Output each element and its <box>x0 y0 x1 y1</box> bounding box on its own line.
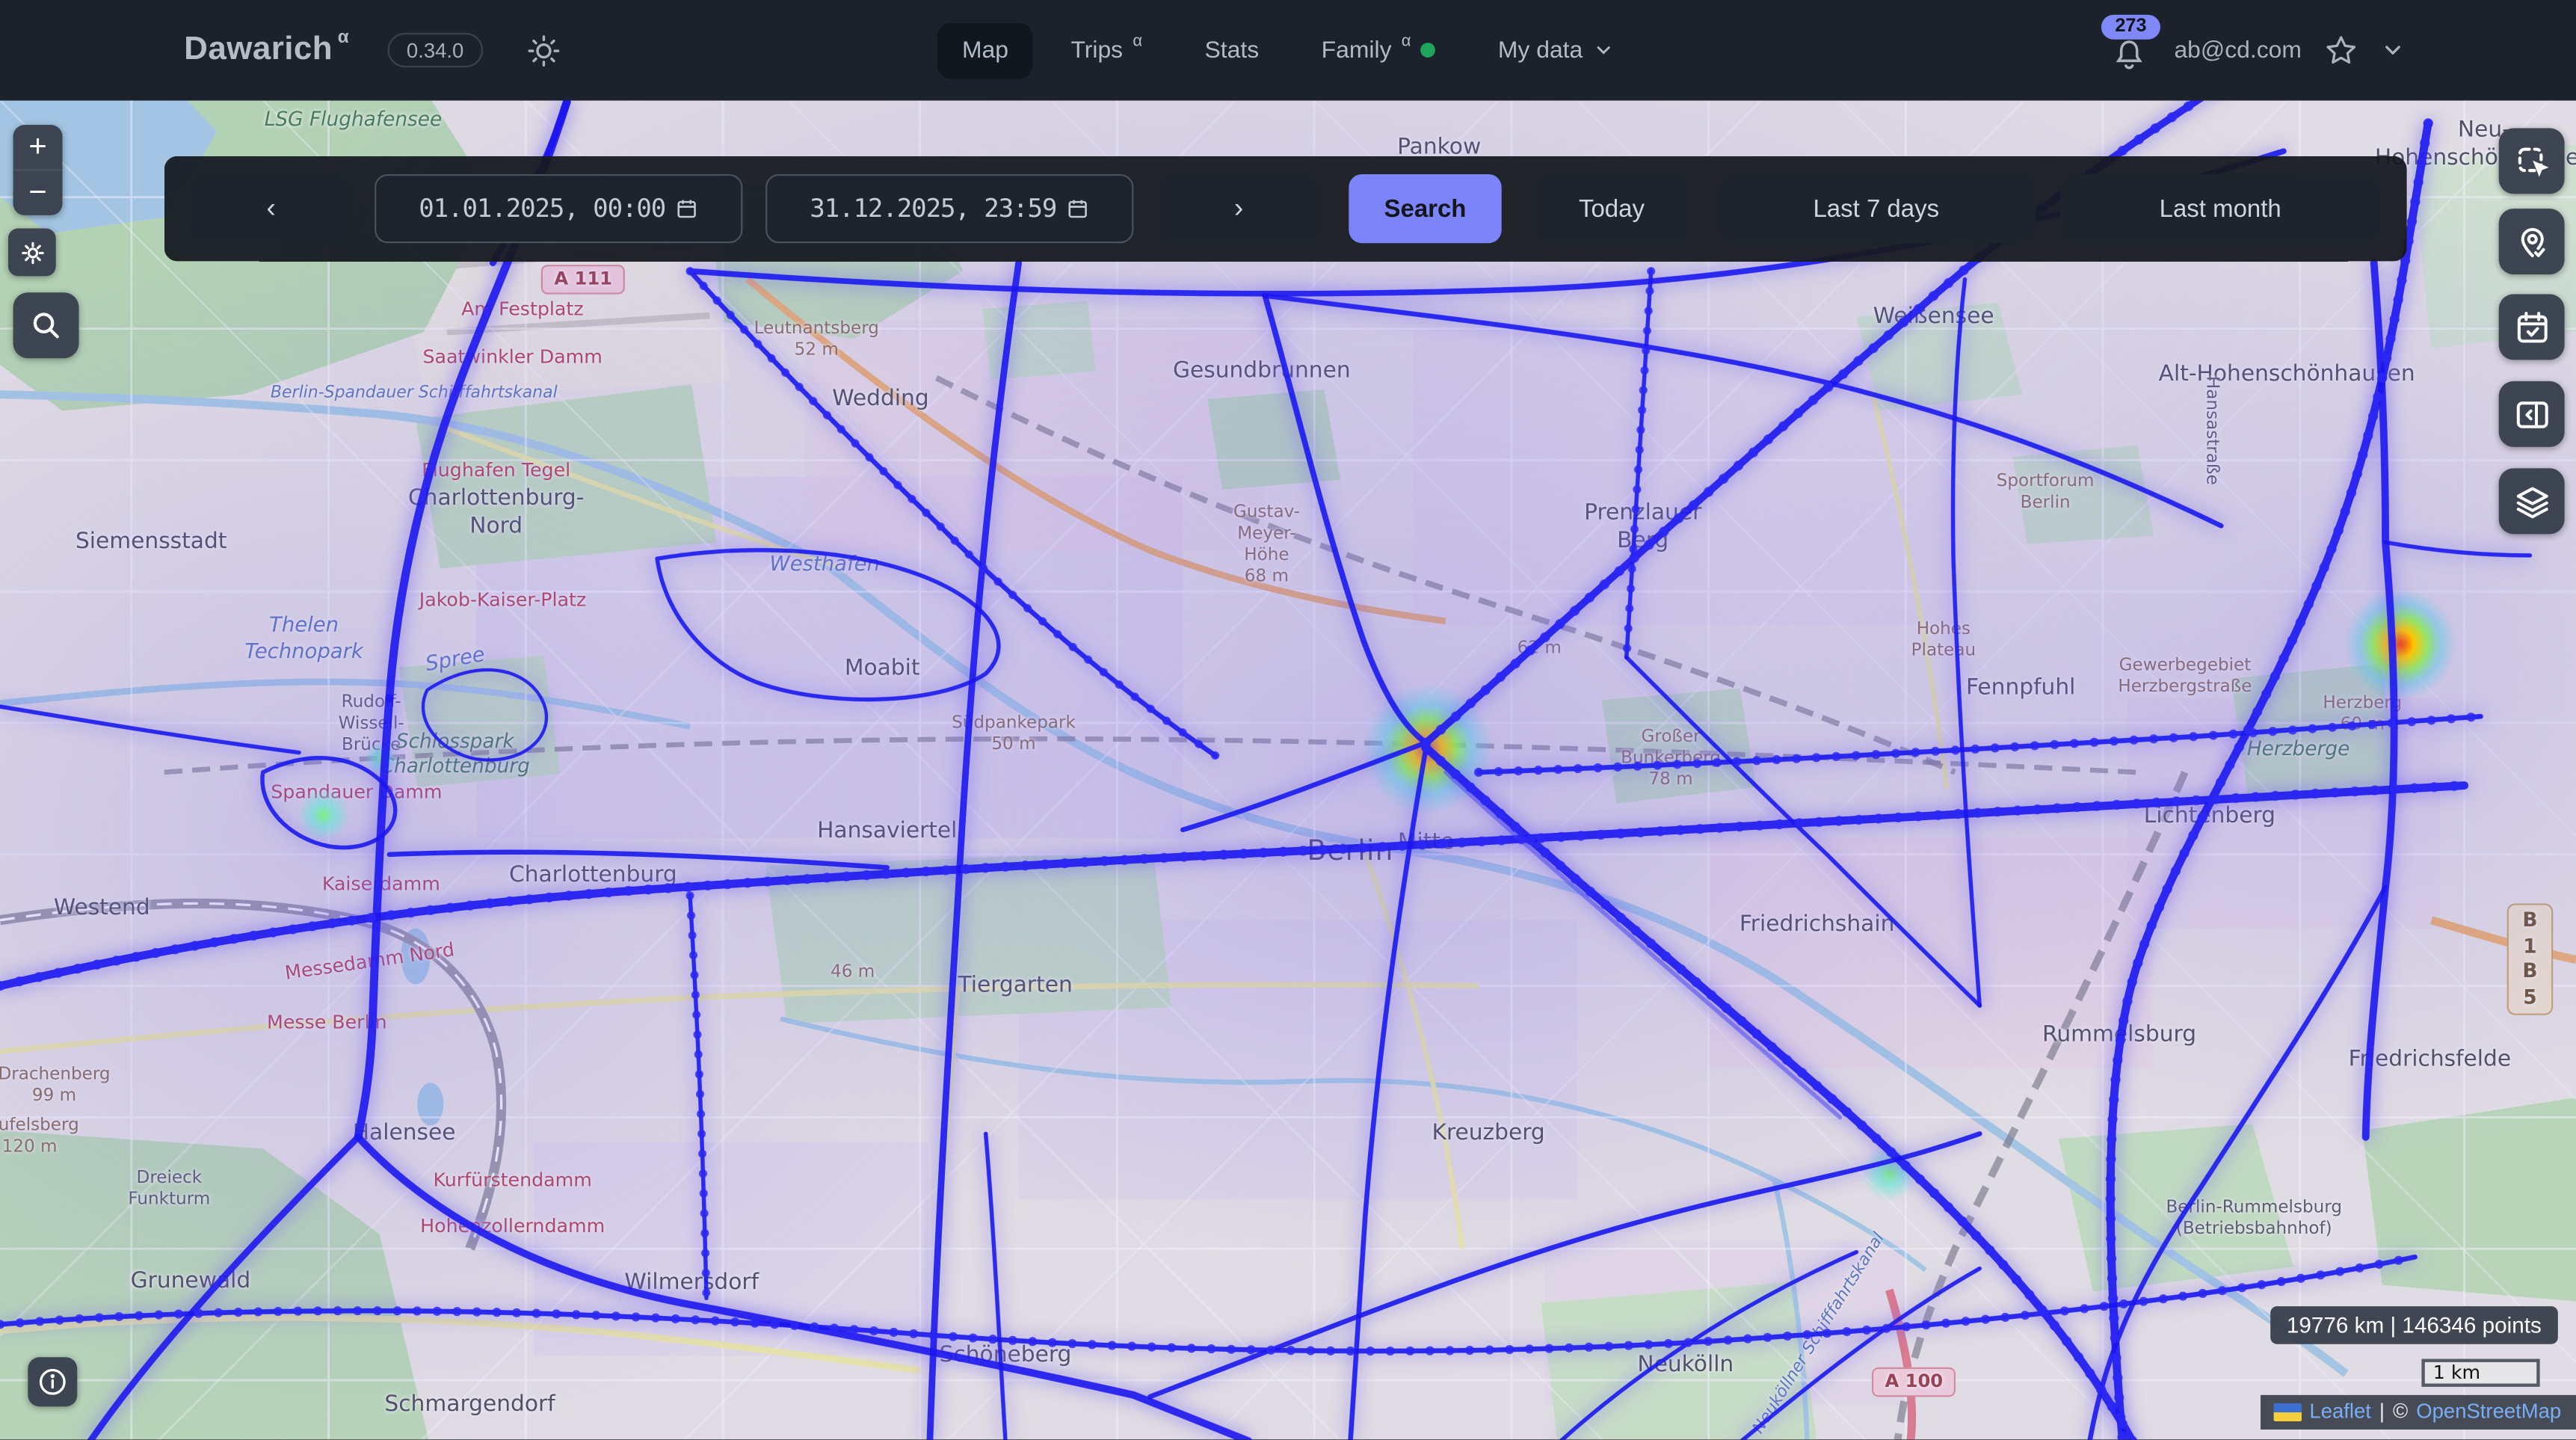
gear-icon <box>17 238 47 268</box>
prev-period-button[interactable]: ‹ <box>191 174 351 243</box>
area-select-button[interactable] <box>2499 128 2565 194</box>
calendar-select-button[interactable] <box>2499 294 2565 360</box>
leaflet-link[interactable]: Leaflet <box>2309 1400 2370 1423</box>
last-7-days-button[interactable]: Last 7 days <box>1717 174 2036 243</box>
alpha-sup: α <box>1402 33 1411 51</box>
copyright-symbol: © <box>2393 1400 2408 1423</box>
alpha-sup: α <box>338 28 349 48</box>
notification-count-badge: 273 <box>2102 14 2160 39</box>
ukraine-flag-icon <box>2273 1403 2301 1421</box>
sun-icon[interactable] <box>526 32 562 68</box>
panel-left-icon <box>2512 396 2551 434</box>
calendar-icon <box>1066 197 1089 221</box>
dawarich-app: LSG FlughafenseeLeutnantsberg 52 mWeddin… <box>0 0 2576 1440</box>
start-datetime-input[interactable]: 01.01.2025, 00:00 <box>375 174 742 243</box>
calendar-check-icon <box>2512 308 2551 346</box>
version-badge: 0.34.0 <box>387 33 484 67</box>
point-select-button[interactable] <box>2499 209 2565 274</box>
openstreetmap-link[interactable]: OpenStreetMap <box>2416 1400 2561 1423</box>
tab-map[interactable]: Map <box>937 22 1033 79</box>
track-stats-badge: 19776 km | 146346 points <box>2270 1306 2558 1344</box>
main-nav: Map Tripsα Stats Familyα My data <box>937 22 1639 79</box>
tab-my-data[interactable]: My data <box>1473 22 1639 79</box>
notifications-button[interactable]: 273 <box>2110 25 2153 75</box>
family-online-dot <box>1421 43 1436 58</box>
attribution-separator: | <box>2379 1400 2385 1423</box>
layers-icon <box>2512 482 2551 520</box>
search-button[interactable]: Search <box>1349 174 1501 243</box>
point-select-icon <box>2512 223 2551 261</box>
tab-trips[interactable]: Tripsα <box>1047 22 1167 79</box>
calendar-icon <box>675 197 698 221</box>
next-period-button[interactable]: › <box>1156 174 1321 243</box>
chevron-down-icon <box>2380 38 2405 63</box>
zoom-control: + − <box>13 125 63 215</box>
alpha-sup: α <box>1133 33 1142 51</box>
map-settings-button[interactable] <box>8 228 56 276</box>
favorite-button[interactable] <box>2323 32 2359 68</box>
last-month-button[interactable]: Last month <box>2060 174 2381 243</box>
layers-button[interactable] <box>2499 468 2565 534</box>
map-scale-bar: 1 km <box>2421 1359 2539 1386</box>
area-select-icon <box>2512 142 2551 180</box>
info-icon <box>36 1365 69 1398</box>
map-attribution: Leaflet | © OpenStreetMap <box>2260 1395 2576 1430</box>
today-button[interactable]: Today <box>1532 174 1690 243</box>
zoom-in-button[interactable]: + <box>13 125 63 171</box>
map-info-button[interactable] <box>28 1357 77 1406</box>
app-logo[interactable]: Dawarichα <box>184 31 344 70</box>
user-menu-button[interactable] <box>2380 38 2405 63</box>
date-range-toolbar: ‹ 01.01.2025, 00:00 31.12.2025, 23:59 › … <box>164 156 2407 262</box>
chevron-down-icon <box>1592 40 1614 61</box>
panel-toggle-button[interactable] <box>2499 381 2565 447</box>
zoom-out-button[interactable]: − <box>13 171 63 215</box>
map-search-button[interactable] <box>13 292 79 358</box>
magnifier-icon <box>28 307 64 343</box>
tab-family[interactable]: Familyα <box>1297 22 1461 79</box>
bell-icon <box>2110 35 2150 75</box>
top-navbar: Dawarichα 0.34.0 Map Tripsα Stats Family… <box>0 0 2576 100</box>
tab-stats[interactable]: Stats <box>1180 22 1284 79</box>
end-datetime-input[interactable]: 31.12.2025, 23:59 <box>765 174 1133 243</box>
user-email: ab@cd.com <box>2174 37 2302 63</box>
star-icon <box>2323 32 2359 68</box>
